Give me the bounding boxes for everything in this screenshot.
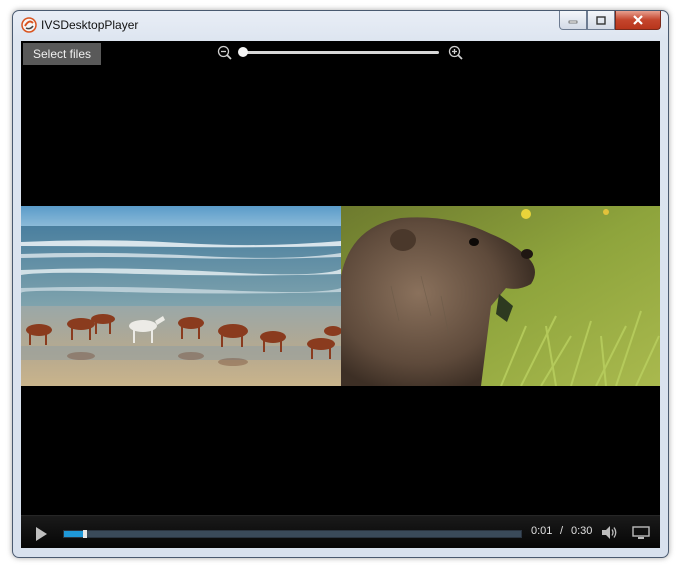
close-icon — [633, 15, 643, 25]
video-frame-marmot — [341, 206, 660, 386]
close-button[interactable] — [615, 11, 661, 30]
player-area: Select files 0:01 / 0:30 — [21, 41, 660, 548]
zoom-slider-thumb[interactable] — [238, 47, 248, 57]
select-files-button[interactable]: Select files — [23, 43, 101, 65]
volume-icon[interactable] — [601, 525, 619, 540]
seek-bar-fill — [64, 531, 85, 537]
zoom-slider[interactable] — [238, 47, 439, 57]
total-time: 0:30 — [571, 525, 593, 537]
app-logo-icon — [21, 17, 37, 33]
minimize-button[interactable] — [559, 11, 587, 30]
app-window: IVSDesktopPlayer Select files 0:01 / 0:3… — [12, 10, 669, 558]
seek-bar-thumb[interactable] — [82, 530, 87, 538]
display-icon[interactable] — [632, 526, 650, 540]
minimize-icon — [568, 20, 578, 24]
zoom-out-icon[interactable] — [217, 45, 233, 61]
playback-controls: 0:01 / 0:30 — [21, 515, 660, 548]
maximize-icon — [596, 15, 606, 25]
title-bar[interactable]: IVSDesktopPlayer — [13, 11, 668, 40]
maximize-button[interactable] — [587, 11, 615, 30]
caption-buttons — [559, 11, 661, 31]
window-title: IVSDesktopPlayer — [41, 18, 139, 32]
current-time: 0:01 — [531, 525, 553, 537]
zoom-in-icon[interactable] — [448, 45, 464, 61]
seek-bar[interactable] — [63, 530, 522, 538]
play-icon[interactable] — [36, 527, 47, 541]
time-separator: / — [560, 525, 564, 537]
video-frame-horses — [21, 206, 341, 386]
